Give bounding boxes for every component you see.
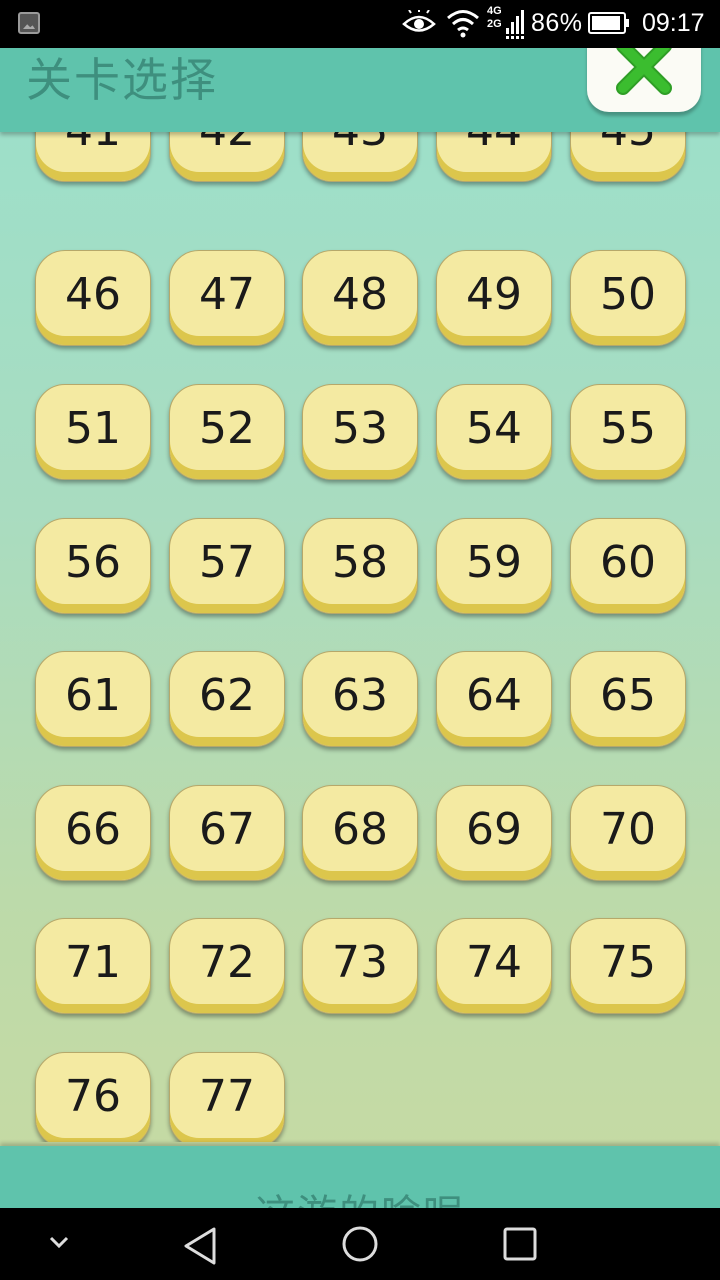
level-button[interactable]: 50 (570, 250, 686, 346)
level-button[interactable]: 45 (570, 132, 686, 182)
clock: 09:17 (642, 9, 705, 37)
level-button[interactable]: 76 (35, 1052, 151, 1142)
level-button[interactable]: 56 (35, 518, 151, 614)
battery-percent: 86% (531, 9, 583, 37)
level-button[interactable]: 60 (570, 518, 686, 614)
level-grid[interactable]: 41 42 43 44 45 4647484950 5152535455 5657585960… (0, 132, 720, 1142)
level-button[interactable]: 43 (302, 132, 418, 182)
level-button[interactable]: 57 (169, 518, 285, 614)
level-button[interactable]: 49 (436, 250, 552, 346)
close-x-icon (616, 48, 672, 95)
chevron-down-icon[interactable] (48, 1234, 70, 1250)
level-button[interactable]: 68 (302, 785, 418, 881)
eye-comfort-icon (402, 10, 436, 32)
wifi-icon (447, 10, 479, 38)
header-bar: 关卡选择 (0, 48, 720, 132)
level-button[interactable]: 63 (302, 651, 418, 747)
level-button[interactable]: 61 (35, 651, 151, 747)
signal-icon (506, 10, 524, 39)
level-button[interactable]: 58 (302, 518, 418, 614)
navigation-bar (0, 1208, 720, 1280)
level-button[interactable]: 55 (570, 384, 686, 480)
level-button[interactable]: 53 (302, 384, 418, 480)
level-button[interactable]: 62 (169, 651, 285, 747)
battery-icon (588, 12, 629, 34)
level-button[interactable]: 70 (570, 785, 686, 881)
close-button[interactable] (587, 48, 701, 112)
footer-bar: 这游的啥呢 (0, 1146, 720, 1208)
back-icon[interactable] (182, 1226, 218, 1266)
level-button[interactable]: 41 (35, 132, 151, 182)
level-button[interactable]: 69 (436, 785, 552, 881)
level-button[interactable]: 47 (169, 250, 285, 346)
level-button[interactable]: 42 (169, 132, 285, 182)
level-button[interactable]: 65 (570, 651, 686, 747)
level-button[interactable]: 44 (436, 132, 552, 182)
level-button[interactable]: 75 (570, 918, 686, 1014)
level-button[interactable]: 48 (302, 250, 418, 346)
home-icon[interactable] (340, 1224, 380, 1264)
level-button[interactable]: 71 (35, 918, 151, 1014)
level-select-screen: 41 42 43 44 45 4647484950 5152535455 5657585960… (0, 48, 720, 1208)
footer-label: 这游的啥呢 (0, 1182, 720, 1208)
level-button[interactable]: 74 (436, 918, 552, 1014)
level-button[interactable]: 77 (169, 1052, 285, 1142)
level-button[interactable]: 73 (302, 918, 418, 1014)
level-button[interactable]: 64 (436, 651, 552, 747)
level-button[interactable]: 46 (35, 250, 151, 346)
status-bar: 4G 2G 86% 09:17 (0, 0, 720, 48)
level-button[interactable]: 67 (169, 785, 285, 881)
recents-icon[interactable] (502, 1226, 538, 1262)
level-button[interactable]: 52 (169, 384, 285, 480)
level-button[interactable]: 54 (436, 384, 552, 480)
gallery-notification-icon (18, 12, 40, 34)
network-type-label: 4G 2G (487, 5, 502, 30)
page-title: 关卡选择 (26, 53, 218, 107)
level-button[interactable]: 72 (169, 918, 285, 1014)
level-button[interactable]: 66 (35, 785, 151, 881)
level-button[interactable]: 51 (35, 384, 151, 480)
level-button[interactable]: 59 (436, 518, 552, 614)
